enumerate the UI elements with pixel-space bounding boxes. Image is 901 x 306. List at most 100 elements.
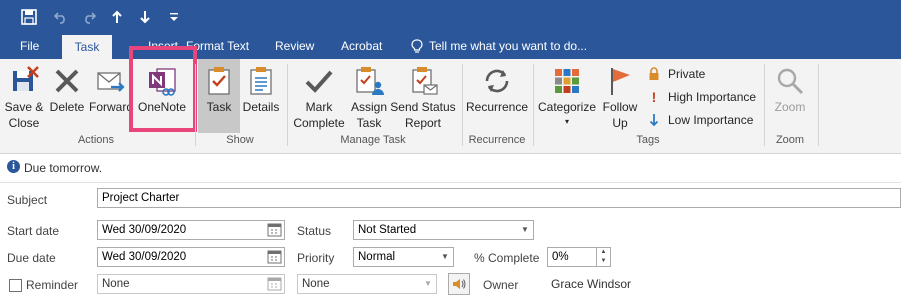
low-importance-label: Low Importance (668, 113, 754, 127)
info-message: Due tomorrow. (24, 161, 103, 175)
group-separator (818, 64, 819, 146)
tab-review[interactable]: Review (275, 34, 314, 59)
high-importance-label: High Importance (668, 90, 757, 104)
undo-icon[interactable] (50, 0, 72, 34)
due-date-field[interactable]: Wed 30/09/2020 (97, 247, 285, 267)
forward-icon (97, 72, 125, 92)
tab-task[interactable]: Task (62, 35, 112, 59)
reminder-date-field[interactable]: None (97, 274, 285, 294)
low-importance-button[interactable]: Low Importance (646, 110, 753, 130)
forward-label: Forward (88, 100, 133, 114)
info-icon: i (7, 160, 20, 173)
customize-icon[interactable] (166, 0, 182, 34)
high-importance-button[interactable]: ! High Importance (646, 87, 756, 107)
redo-icon[interactable] (78, 0, 100, 34)
percent-complete-value: 0% (552, 251, 569, 263)
details-label: Details (242, 100, 280, 114)
reminder-time-value: None (302, 278, 330, 290)
due-date-value: Wed 30/09/2020 (102, 251, 187, 263)
tab-file[interactable]: File (20, 34, 39, 59)
zoom-button[interactable]: Zoom (767, 59, 813, 133)
subject-label: Subject (7, 193, 48, 207)
tell-me-search[interactable]: Tell me what you want to do... (411, 34, 587, 59)
mark-complete-label: Mark Complete (293, 100, 345, 130)
delete-icon (55, 69, 79, 93)
save-close-icon (13, 66, 39, 91)
recurrence-button[interactable]: Recurrence (464, 59, 530, 133)
onenote-highlight-box (129, 46, 197, 132)
send-status-report-button[interactable]: Send Status Report (390, 59, 456, 133)
send-status-label: Send Status Report (390, 100, 456, 130)
exclamation-icon: ! (651, 89, 657, 105)
private-label: Private (668, 67, 706, 81)
status-label: Status (297, 224, 332, 238)
assign-task-icon (356, 67, 384, 95)
flag-icon (611, 68, 630, 95)
priority-label: Priority (297, 251, 335, 265)
status-dropdown[interactable]: Not Started ▼ (353, 220, 534, 240)
details-button[interactable]: Details (240, 59, 282, 133)
details-icon (250, 67, 272, 95)
lock-icon (646, 66, 662, 82)
follow-up-button[interactable]: Follow Up (598, 59, 642, 133)
calendar-icon[interactable] (266, 276, 283, 292)
mark-complete-button[interactable]: Mark Complete (290, 59, 348, 133)
info-bar: i Due tomorrow. (0, 154, 901, 183)
spinner-arrows[interactable]: ▲ ▼ (596, 248, 610, 266)
categorize-icon (555, 69, 579, 93)
delete-button[interactable]: Delete (47, 59, 87, 133)
task-view-button[interactable]: Task (198, 59, 240, 133)
categorize-label: Categorize (537, 100, 597, 114)
reminder-sound-button[interactable] (448, 273, 470, 295)
arrow-up-icon[interactable] (108, 0, 126, 34)
tell-me-label: Tell me what you want to do... (429, 39, 588, 53)
group-label-recurrence: Recurrence (468, 134, 526, 146)
owner-value: Grace Windsor (551, 277, 632, 291)
title-bar (0, 0, 901, 34)
ribbon: Save & Close Delete Forward OneNote Acti… (0, 46, 901, 154)
forward-button[interactable]: Forward (88, 59, 134, 133)
start-date-value: Wed 30/09/2020 (102, 224, 187, 236)
owner-label: Owner (483, 278, 519, 292)
due-date-label: Due date (7, 251, 56, 265)
arrow-down-blue-icon (646, 112, 662, 128)
percent-complete-label: % Complete (474, 251, 540, 265)
priority-dropdown[interactable]: Normal ▼ (353, 247, 454, 267)
percent-complete-spinner[interactable]: 0% ▲ ▼ (547, 247, 611, 267)
send-status-icon (412, 67, 438, 95)
task-icon (208, 67, 230, 95)
reminder-date-value: None (102, 278, 130, 290)
group-label-actions: Actions (77, 134, 115, 146)
priority-value: Normal (358, 251, 396, 263)
speaker-icon (453, 279, 466, 289)
calendar-icon[interactable] (266, 222, 283, 238)
follow-up-label: Follow Up (602, 100, 638, 130)
subject-field[interactable]: Project Charter (97, 188, 901, 208)
save-icon[interactable] (16, 0, 42, 34)
reminder-time-dropdown[interactable]: None ▼ (297, 274, 437, 294)
calendar-icon[interactable] (266, 249, 283, 265)
start-date-field[interactable]: Wed 30/09/2020 (97, 220, 285, 240)
lightbulb-icon (411, 39, 423, 53)
categorize-button[interactable]: Categorize ▾ (536, 59, 598, 133)
group-label-zoom: Zoom (775, 134, 805, 146)
checkmark-icon (305, 70, 333, 93)
start-date-label: Start date (7, 224, 60, 238)
group-label-manage-task: Manage Task (340, 134, 406, 146)
chevron-down-icon: ▾ (564, 117, 569, 126)
reminder-checkbox[interactable] (9, 279, 22, 292)
reminder-label: Reminder (26, 278, 79, 292)
chevron-down-icon: ▼ (521, 225, 529, 234)
assign-task-label: Assign Task (350, 100, 388, 130)
zoom-icon (777, 68, 804, 95)
recurrence-label: Recurrence (465, 100, 529, 114)
arrow-down-icon[interactable] (136, 0, 154, 34)
assign-task-button[interactable]: Assign Task (348, 59, 390, 133)
save-close-button[interactable]: Save & Close (2, 59, 46, 133)
recurrence-icon (485, 69, 509, 93)
tab-acrobat[interactable]: Acrobat (341, 34, 382, 59)
private-button[interactable]: Private (646, 64, 705, 84)
status-value: Not Started (358, 224, 417, 236)
group-label-tags: Tags (636, 134, 660, 146)
chevron-down-icon: ▼ (441, 252, 449, 261)
